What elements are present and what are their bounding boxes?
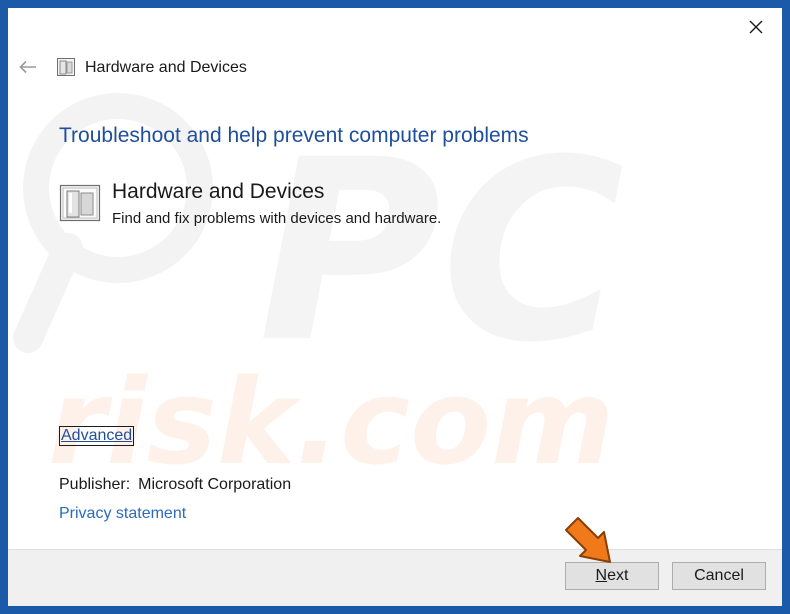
cancel-button[interactable]: Cancel [672,562,766,590]
hardware-devices-icon [59,184,101,222]
close-icon [749,20,763,34]
troubleshooter-window: PC risk.com Hardware and Devices Trouble… [8,8,782,606]
next-button-label: ext [607,567,629,584]
publisher-value: Microsoft Corporation [138,476,292,493]
watermark-text-bottom: risk.com [48,353,614,491]
next-button[interactable]: Next [565,562,659,590]
window-title: Hardware and Devices [85,59,247,76]
watermark-text-top: PC [258,106,625,397]
troubleshooter-description: Find and fix problems with devices and h… [112,210,442,227]
troubleshooter-title: Hardware and Devices [112,180,325,203]
advanced-link[interactable]: Advanced [59,426,135,446]
page-heading: Troubleshoot and help prevent computer p… [59,124,529,147]
button-bar: Next Cancel [8,549,782,606]
screenshot-frame: PC risk.com Hardware and Devices Trouble… [0,0,790,614]
close-button[interactable] [738,12,774,42]
privacy-statement-link[interactable]: Privacy statement [59,505,186,523]
publisher-line: Publisher: Microsoft Corporation [59,476,291,494]
back-button[interactable] [14,54,42,80]
back-arrow-icon [19,60,36,74]
hardware-devices-small-icon [57,58,75,76]
publisher-label: Publisher: [59,476,131,493]
next-button-accelerator: N [595,567,608,584]
